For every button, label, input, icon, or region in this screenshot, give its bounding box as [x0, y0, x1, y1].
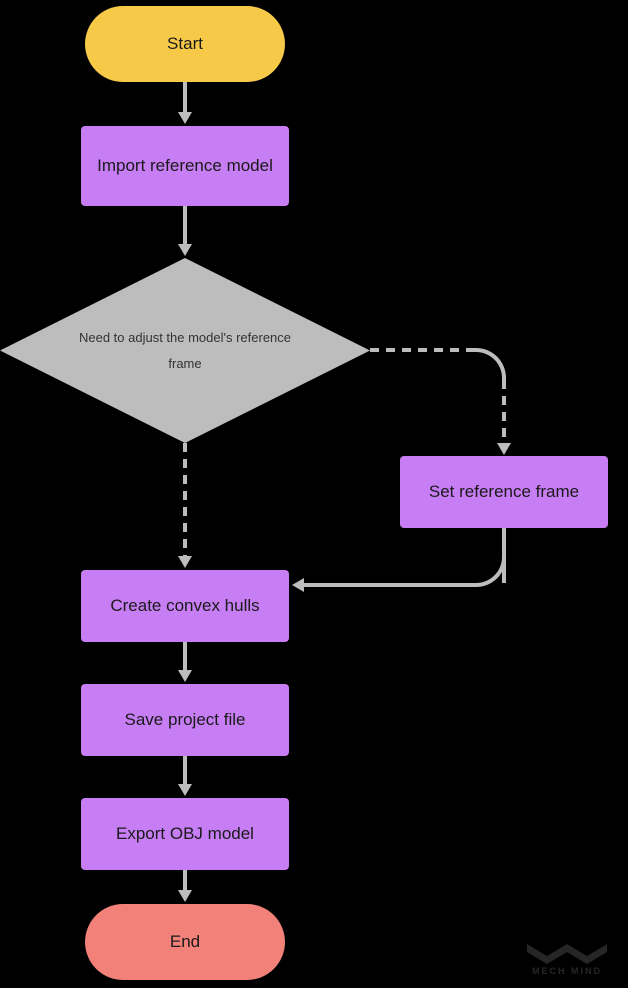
- arrow-head: [178, 784, 192, 796]
- create-hulls-label: Create convex hulls: [110, 594, 259, 618]
- end-label: End: [170, 930, 200, 954]
- dashed-connector-yes-v: [502, 380, 506, 445]
- arrow-head: [292, 578, 304, 592]
- end-node: End: [85, 904, 285, 980]
- dashed-connector-yes-h: [370, 348, 475, 352]
- import-model-node: Import reference model: [81, 126, 289, 206]
- watermark: MECH MIND: [522, 942, 612, 976]
- create-hulls-node: Create convex hulls: [81, 570, 289, 642]
- arrow-line: [183, 642, 187, 672]
- arrow-head: [178, 112, 192, 124]
- dashed-connector-no: [183, 443, 187, 558]
- start-node: Start: [85, 6, 285, 82]
- set-frame-label: Set reference frame: [429, 480, 579, 504]
- decision-label: Need to adjust the model's reference fra…: [0, 258, 370, 443]
- arrow-head: [178, 890, 192, 902]
- dashed-curve: [472, 348, 506, 382]
- arrow-line: [183, 756, 187, 786]
- arrow-head: [497, 443, 511, 455]
- save-project-label: Save project file: [125, 708, 246, 732]
- start-label: Start: [167, 32, 203, 56]
- arrow-head: [178, 670, 192, 682]
- export-obj-node: Export OBJ model: [81, 798, 289, 870]
- set-frame-node: Set reference frame: [400, 456, 608, 528]
- arrow-head: [178, 556, 192, 568]
- arrow-line: [303, 583, 475, 587]
- decision-node: Need to adjust the model's reference fra…: [0, 258, 370, 443]
- export-obj-label: Export OBJ model: [116, 822, 254, 846]
- import-model-label: Import reference model: [97, 154, 273, 178]
- arrow-line: [183, 870, 187, 892]
- save-project-node: Save project file: [81, 684, 289, 756]
- curve-connector: [472, 553, 506, 587]
- arrow-head: [178, 244, 192, 256]
- arrow-line: [183, 82, 187, 114]
- arrow-line: [183, 206, 187, 246]
- watermark-text: MECH MIND: [532, 966, 602, 976]
